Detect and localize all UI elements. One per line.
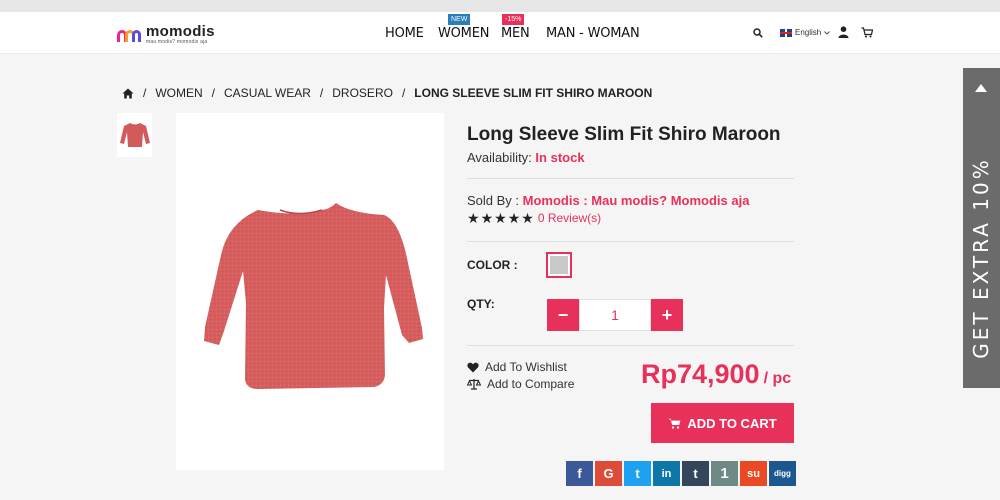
star-icon: ★ <box>494 210 507 226</box>
brand-tagline: mau modis? momodis aja <box>146 39 208 45</box>
color-label: COLOR : <box>467 258 518 272</box>
qty-input[interactable]: 1 <box>579 299 651 331</box>
nav-man-woman[interactable]: MAN - WOMAN <box>546 26 640 41</box>
breadcrumb-casual-wear[interactable]: CASUAL WEAR <box>224 86 311 100</box>
divider <box>467 241 794 242</box>
seller-link[interactable]: Momodis : Mau modis? Momodis aja <box>523 193 750 208</box>
heart-icon <box>467 362 479 372</box>
product-price: Rp74,900/ pc <box>641 359 791 390</box>
star-icon: ★ <box>480 210 494 226</box>
top-strip <box>0 0 1000 12</box>
language-label: English <box>795 28 822 37</box>
promo-text: GET EXTRA 10% <box>969 157 993 359</box>
stock-status: In stock <box>535 150 585 165</box>
star-icon: ★ <box>467 210 480 226</box>
star-icon: ★ <box>507 210 521 226</box>
discount-badge: -15% <box>502 14 525 25</box>
cart-icon[interactable] <box>861 27 873 38</box>
site-header: momodis mau modis? momodis aja <box>0 12 1000 54</box>
digg-share-icon[interactable]: digg <box>769 461 796 486</box>
tumblr-share-icon[interactable]: t <box>682 461 709 486</box>
uk-flag-icon <box>780 28 792 37</box>
user-icon[interactable] <box>838 26 849 38</box>
language-selector[interactable]: English <box>780 28 831 37</box>
home-icon[interactable] <box>122 88 134 99</box>
brand-logo[interactable]: momodis mau modis? momodis aja <box>117 23 215 45</box>
add-to-wishlist-link[interactable]: Add To Wishlist <box>467 360 567 374</box>
one-share-icon[interactable]: 1 <box>711 461 738 486</box>
qty-increase-button[interactable]: + <box>651 299 683 331</box>
facebook-share-icon[interactable]: f <box>566 461 593 486</box>
star-icon: ★ <box>521 210 534 226</box>
share-buttons: f G t in t 1 su digg <box>566 461 796 486</box>
reviews-link[interactable]: 0 Review(s) <box>538 211 601 225</box>
nav-men[interactable]: MEN <box>501 26 530 41</box>
add-to-compare-link[interactable]: Add to Compare <box>467 377 574 391</box>
logo-mark <box>117 24 142 42</box>
price-unit: / pc <box>763 370 792 387</box>
divider <box>467 345 794 346</box>
breadcrumb: / WOMEN / CASUAL WEAR / DROSERO / LONG S… <box>122 86 652 100</box>
search-icon[interactable] <box>753 28 763 38</box>
chevron-down-icon <box>824 30 831 35</box>
price-amount: Rp74,900 <box>641 359 760 389</box>
shirt-image <box>204 203 423 389</box>
swatch-fill <box>550 256 568 274</box>
nav-home[interactable]: HOME <box>385 26 424 41</box>
breadcrumb-drosero[interactable]: DROSERO <box>332 86 393 100</box>
availability: Availability: In stock <box>467 150 585 165</box>
qty-label: QTY: <box>467 297 495 311</box>
rating: ★ ★ ★ ★ ★ 0 Review(s) <box>467 211 601 225</box>
promo-tab[interactable]: GET EXTRA 10% <box>963 68 1000 388</box>
shirt-thumbnail-image <box>119 123 150 147</box>
stumbleupon-share-icon[interactable]: su <box>740 461 767 486</box>
balance-scale-icon <box>467 379 481 390</box>
qty-decrease-button[interactable]: − <box>547 299 579 331</box>
divider <box>467 178 794 179</box>
linkedin-share-icon[interactable]: in <box>653 461 680 486</box>
product-thumbnail[interactable] <box>117 113 152 157</box>
product-info: Long Sleeve Slim Fit Shiro Maroon Availa… <box>467 124 794 165</box>
cart-icon <box>668 418 681 429</box>
product-main-image[interactable] <box>176 113 444 470</box>
nav-women[interactable]: WOMEN <box>438 26 489 41</box>
color-swatch[interactable] <box>546 252 572 278</box>
add-to-cart-button[interactable]: ADD TO CART <box>651 403 794 443</box>
google-plus-share-icon[interactable]: G <box>595 461 622 486</box>
brand-name: momodis <box>146 23 215 40</box>
arrow-up-icon <box>975 84 987 92</box>
sold-by: Sold By : Momodis : Mau modis? Momodis a… <box>467 193 750 208</box>
breadcrumb-current: LONG SLEEVE SLIM FIT SHIRO MAROON <box>414 86 653 100</box>
product-title: Long Sleeve Slim Fit Shiro Maroon <box>467 124 781 145</box>
twitter-share-icon[interactable]: t <box>624 461 651 486</box>
breadcrumb-women[interactable]: WOMEN <box>155 86 202 100</box>
new-badge: NEW <box>448 14 471 25</box>
